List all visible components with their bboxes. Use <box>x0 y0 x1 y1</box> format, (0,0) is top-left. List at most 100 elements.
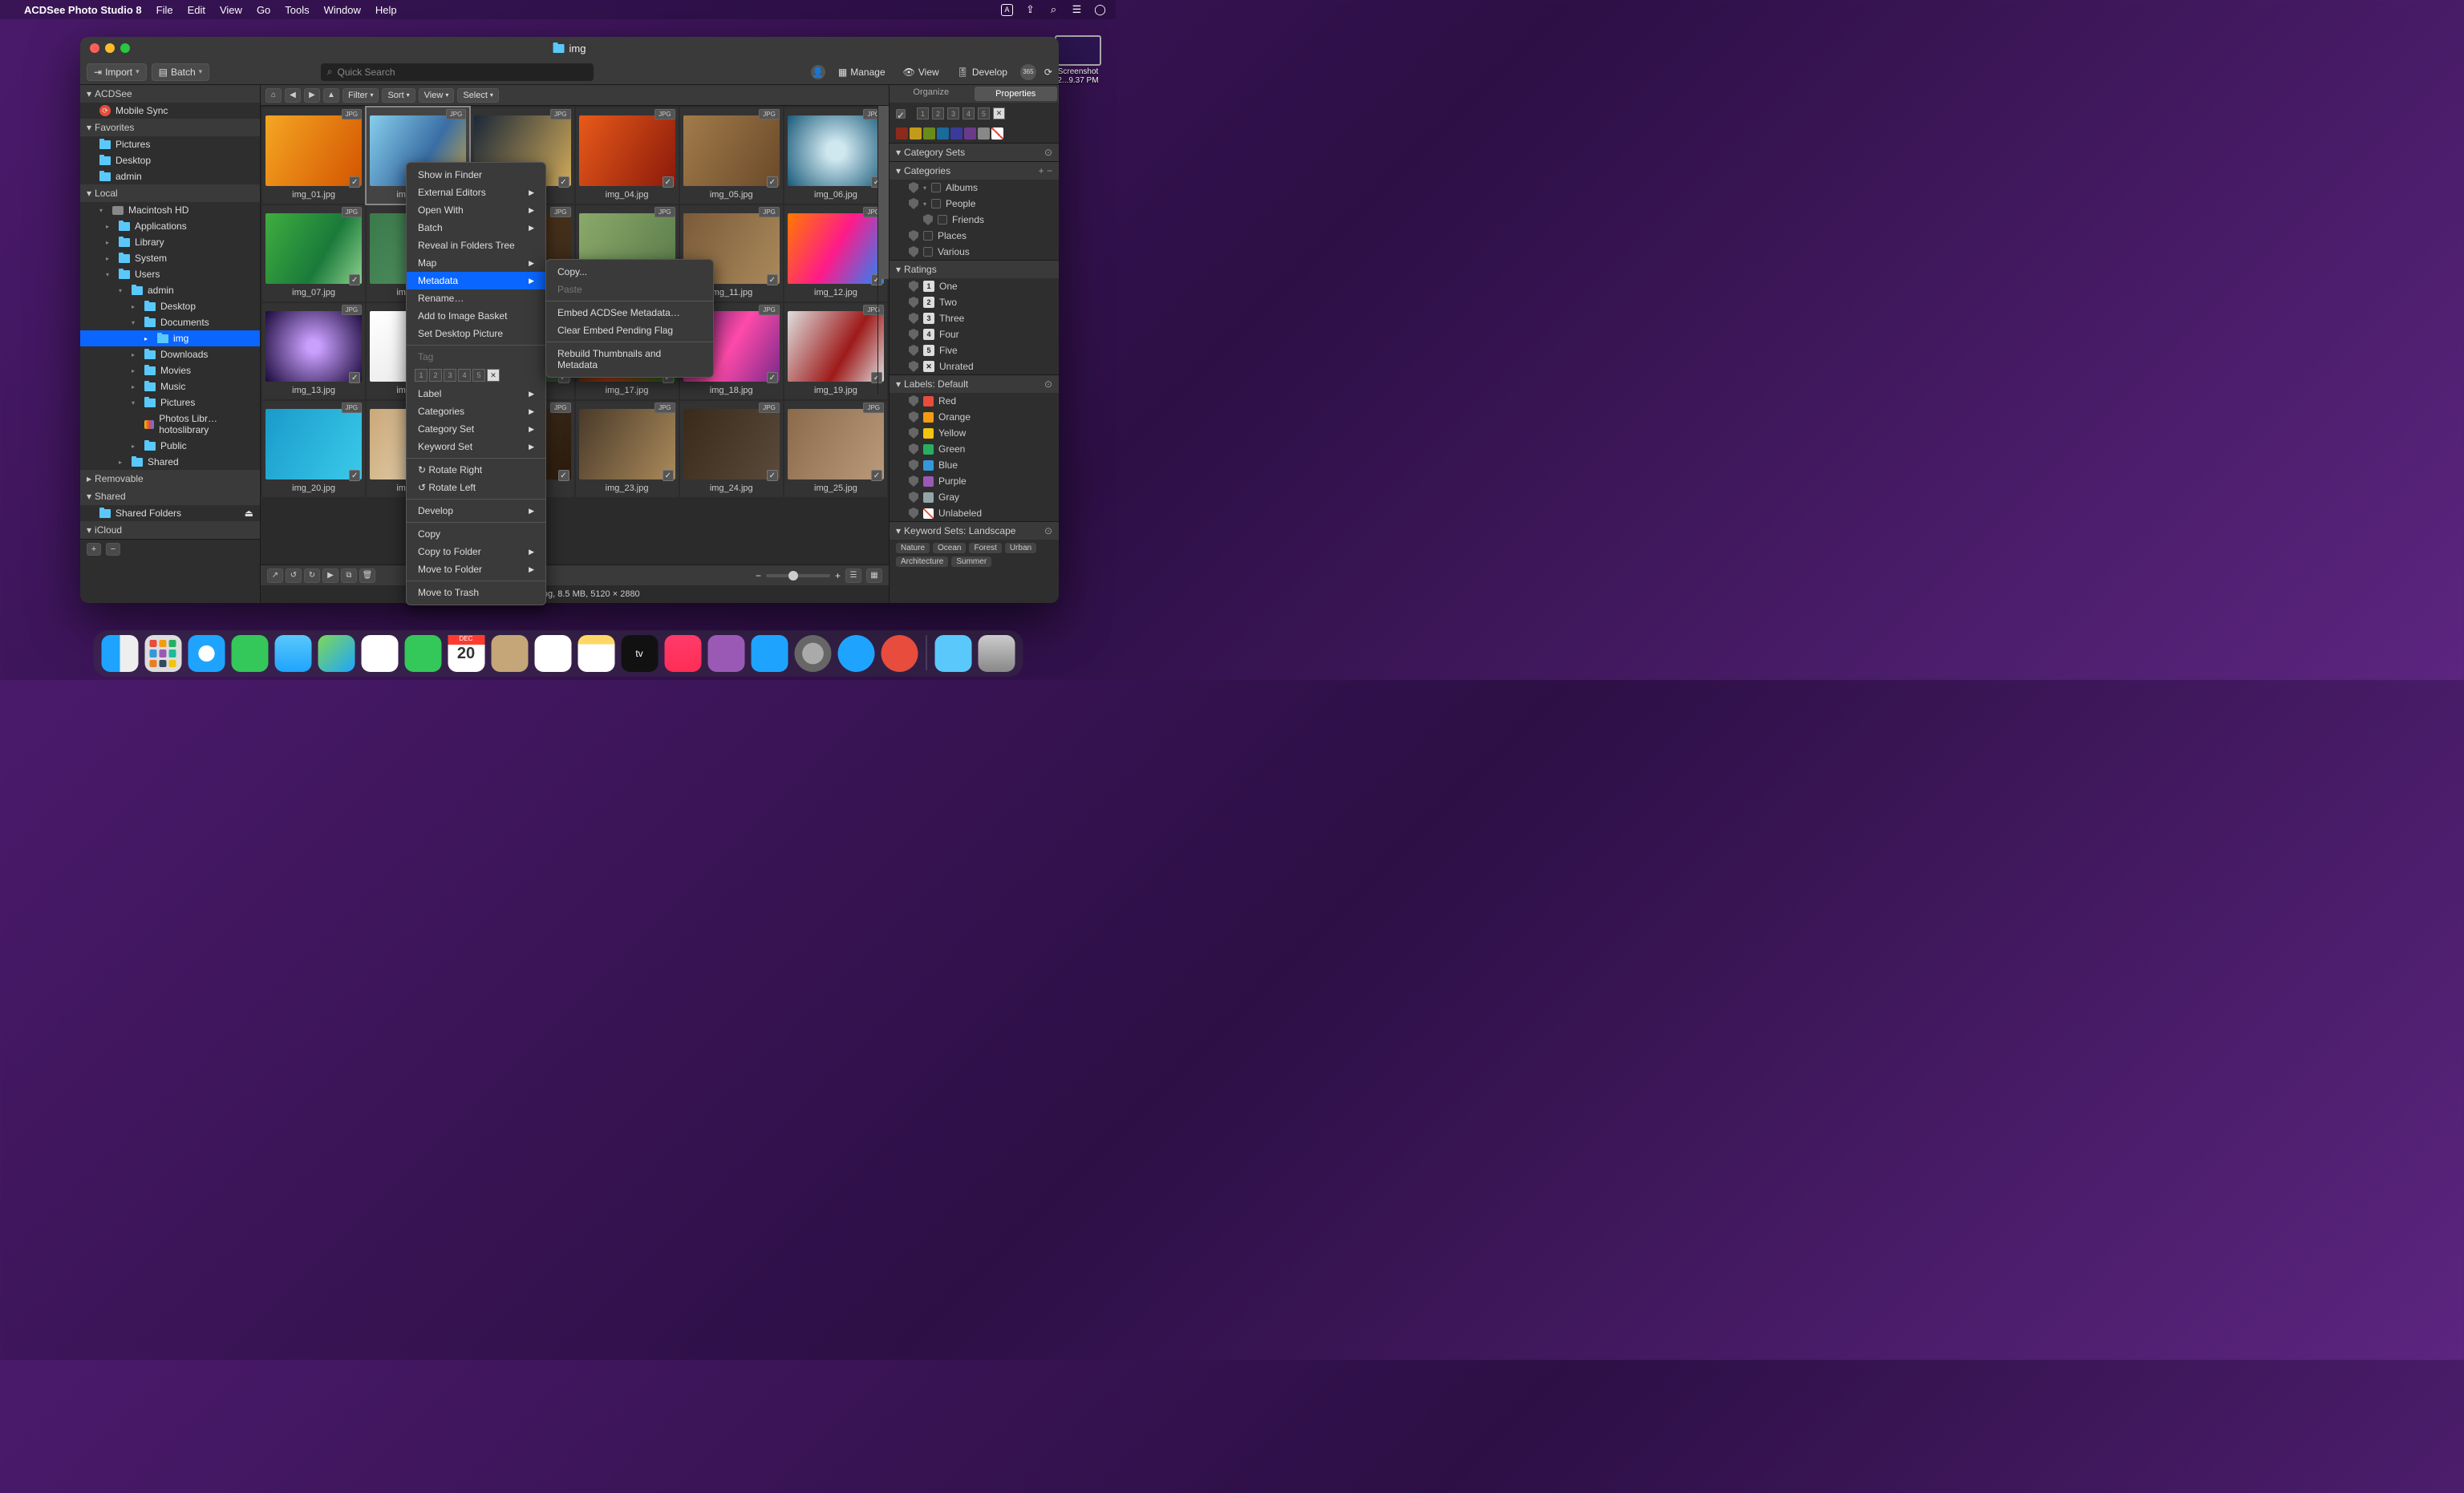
app-name[interactable]: ACDSee Photo Studio 8 <box>24 4 142 16</box>
sub-copy[interactable]: Copy... <box>546 263 713 281</box>
thumbnail[interactable]: JPG ✓ img_23.jpg <box>576 401 679 497</box>
keyword-chip[interactable]: Forest <box>969 543 1001 553</box>
sidebar-item-public[interactable]: ▸Public <box>80 438 260 454</box>
thumb-checkbox[interactable]: ✓ <box>349 470 360 481</box>
tag-1[interactable]: 1 <box>415 369 428 382</box>
thumbnail[interactable]: JPG ✓ img_01.jpg <box>262 107 365 204</box>
tag-3[interactable]: 3 <box>444 369 456 382</box>
sidebar-item-photos-library[interactable]: Photos Libr…hotoslibrary <box>80 411 260 438</box>
keyword-chip[interactable]: Urban <box>1005 543 1036 553</box>
dock-trash-icon[interactable] <box>978 635 1015 672</box>
external-button[interactable]: ↗ <box>267 568 283 583</box>
dock-photos-icon[interactable] <box>361 635 398 672</box>
tag-x[interactable]: ✕ <box>487 369 500 382</box>
spotlight-icon[interactable]: ⌕ <box>1048 4 1060 16</box>
ctx-metadata[interactable]: Metadata▶ <box>407 272 545 289</box>
sub-clear[interactable]: Clear Embed Pending Flag <box>546 322 713 339</box>
zoom-slider[interactable] <box>766 574 830 577</box>
thumbnail[interactable]: JPG ✓ img_04.jpg <box>576 107 679 204</box>
ctx-rotate-left[interactable]: ↺ Rotate Left <box>407 479 545 496</box>
sidebar-item-macintosh-hd[interactable]: ▾Macintosh HD <box>80 202 260 218</box>
rating-3-button[interactable]: 3 <box>947 107 959 119</box>
sub-embed[interactable]: Embed ACDSee Metadata… <box>546 304 713 322</box>
ctx-set-desktop[interactable]: Set Desktop Picture <box>407 325 545 342</box>
thumb-checkbox[interactable]: ✓ <box>767 470 778 481</box>
dock-contacts-icon[interactable] <box>491 635 528 672</box>
rating-item[interactable]: 5 Five <box>890 342 1059 358</box>
ctx-external-editors[interactable]: External Editors▶ <box>407 184 545 201</box>
category-item[interactable]: Places <box>890 228 1059 244</box>
ctx-categories[interactable]: Categories▶ <box>407 403 545 420</box>
thumbnail[interactable]: JPG ✓ img_06.jpg <box>784 107 887 204</box>
section-labels[interactable]: ▾Labels: Default⊙ <box>890 375 1059 393</box>
zoom-in-icon[interactable]: + <box>835 570 841 581</box>
sidebar-item-music[interactable]: ▸Music <box>80 378 260 394</box>
batch-button[interactable]: ▤ Batch ▾ <box>152 63 210 81</box>
color-swatch[interactable] <box>964 127 976 140</box>
label-item[interactable]: Red <box>890 393 1059 409</box>
sidebar-item-shared-folders[interactable]: Shared Folders⏏ <box>80 505 260 521</box>
ctx-rename[interactable]: Rename… <box>407 289 545 307</box>
sidebar-item-applications[interactable]: ▸Applications <box>80 218 260 234</box>
import-button[interactable]: ⇥ Import ▾ <box>87 63 147 81</box>
rating-item[interactable]: 3 Three <box>890 310 1059 326</box>
thumb-checkbox[interactable]: ✓ <box>767 274 778 285</box>
ctx-category-set[interactable]: Category Set▶ <box>407 420 545 438</box>
ctx-copy-to[interactable]: Copy to Folder▶ <box>407 543 545 560</box>
sync-icon[interactable]: ⟳ <box>1044 67 1052 78</box>
zoom-out-icon[interactable]: − <box>756 570 761 581</box>
thumbnail[interactable]: JPG ✓ img_12.jpg <box>784 205 887 301</box>
menu-window[interactable]: Window <box>324 4 361 16</box>
menu-edit[interactable]: Edit <box>188 4 205 16</box>
thumb-checkbox[interactable]: ✓ <box>767 176 778 188</box>
ctx-keyword-set[interactable]: Keyword Set▶ <box>407 438 545 455</box>
color-swatch[interactable] <box>896 127 908 140</box>
rating-clear-button[interactable]: ✕ <box>993 107 1005 119</box>
label-item[interactable]: Gray <box>890 489 1059 505</box>
sidebar-item-admin[interactable]: admin <box>80 168 260 184</box>
category-item[interactable]: Friends <box>890 212 1059 228</box>
sidebar-item-img[interactable]: ▸img <box>80 330 260 346</box>
add-folder-button[interactable]: + <box>87 543 101 556</box>
thumbnail[interactable]: JPG ✓ img_20.jpg <box>262 401 365 497</box>
ctx-batch[interactable]: Batch▶ <box>407 219 545 237</box>
ctx-move-to[interactable]: Move to Folder▶ <box>407 560 545 578</box>
basket-button[interactable]: 🗑 <box>359 568 375 583</box>
rating-item[interactable]: 1 One <box>890 278 1059 294</box>
tag-4[interactable]: 4 <box>458 369 471 382</box>
checkbox[interactable] <box>931 199 941 208</box>
sidebar-section-local[interactable]: ▾Local <box>80 184 260 202</box>
back-button[interactable]: ◀ <box>285 88 301 103</box>
dock-music-icon[interactable] <box>664 635 701 672</box>
input-icon[interactable]: A <box>1001 4 1013 16</box>
grid-view-button[interactable]: ▦ <box>866 568 882 583</box>
sidebar-section-shared[interactable]: ▾Shared <box>80 488 260 505</box>
sort-dropdown[interactable]: Sort▾ <box>382 88 415 103</box>
ctx-trash[interactable]: Move to Trash <box>407 584 545 601</box>
thumb-checkbox[interactable]: ✓ <box>767 372 778 383</box>
menu-file[interactable]: File <box>156 4 173 16</box>
scrollbar[interactable] <box>877 106 889 394</box>
gear-icon[interactable]: ⊙ <box>1044 378 1052 390</box>
rating-item[interactable]: 2 Two <box>890 294 1059 310</box>
checkbox[interactable] <box>931 183 941 192</box>
sidebar-section-icloud[interactable]: ▾iCloud <box>80 521 260 539</box>
develop-mode-button[interactable]: 🎚Develop <box>952 63 1012 81</box>
dock-acdsee-icon[interactable] <box>837 635 874 672</box>
thumb-checkbox[interactable]: ✓ <box>871 470 882 481</box>
thumbnail[interactable]: JPG ✓ img_13.jpg <box>262 303 365 399</box>
dock-podcasts-icon[interactable] <box>707 635 744 672</box>
ctx-add-basket[interactable]: Add to Image Basket <box>407 307 545 325</box>
tag-5[interactable]: 5 <box>472 369 485 382</box>
thumbnail[interactable]: JPG ✓ img_07.jpg <box>262 205 365 301</box>
sidebar-section-acdsee[interactable]: ▾ACDSee <box>80 85 260 103</box>
thumbnail[interactable]: JPG ✓ img_05.jpg <box>680 107 783 204</box>
dock-messages-icon[interactable] <box>231 635 268 672</box>
ctx-label[interactable]: Label▶ <box>407 385 545 403</box>
category-item[interactable]: ▾ Albums <box>890 180 1059 196</box>
user-icon[interactable]: 👤 <box>811 65 825 79</box>
sidebar-item-admin-home[interactable]: ▾admin <box>80 282 260 298</box>
365-icon[interactable]: 365 <box>1020 64 1036 80</box>
section-keyword-sets[interactable]: ▾Keyword Sets: Landscape⊙ <box>890 522 1059 540</box>
dock-safari-icon[interactable] <box>188 635 225 672</box>
